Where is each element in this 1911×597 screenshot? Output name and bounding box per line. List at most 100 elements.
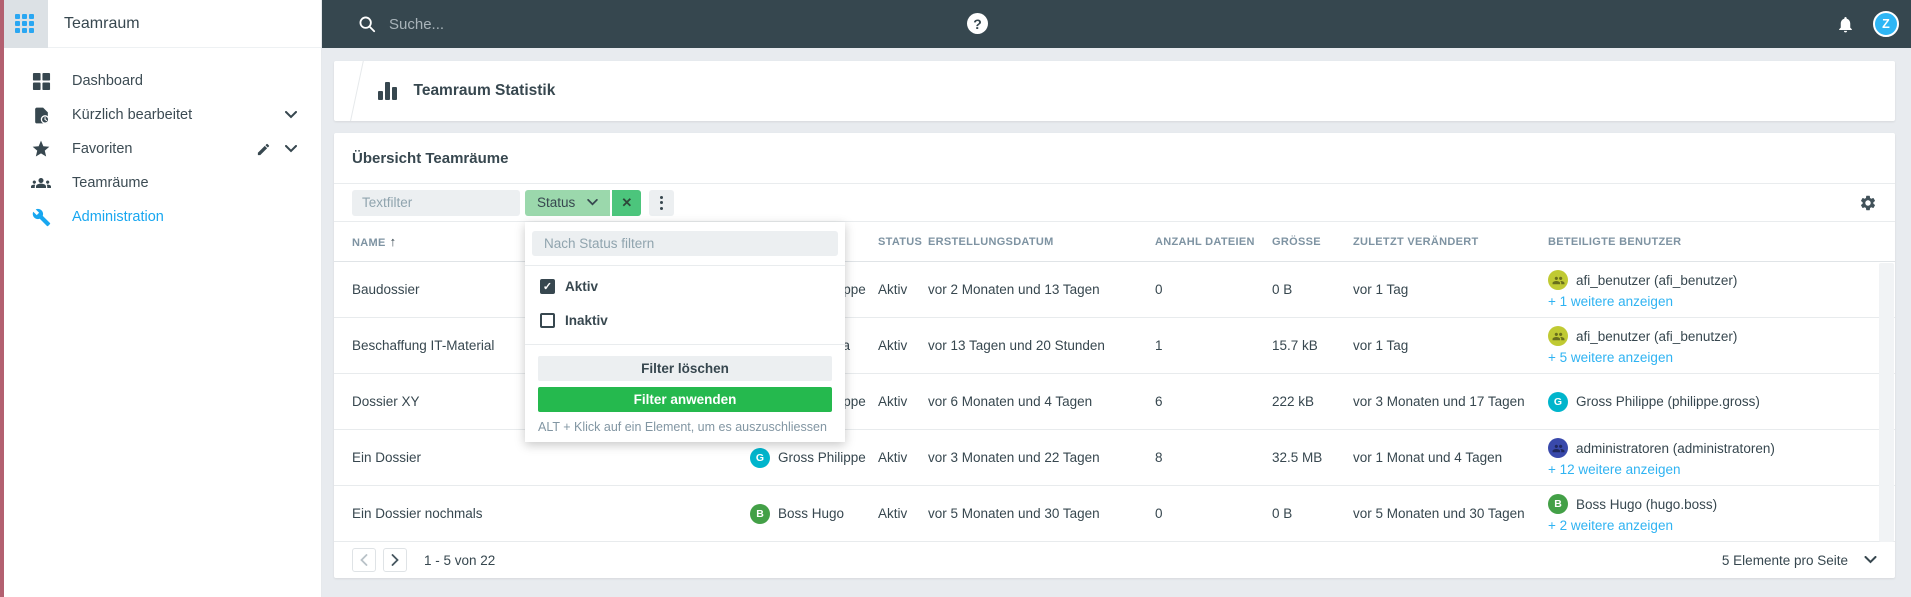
column-header-size[interactable]: GRÖSSE — [1272, 236, 1353, 248]
notifications-bell-icon[interactable] — [1836, 15, 1855, 34]
cell-size: 222 kB — [1272, 394, 1315, 409]
show-more-participants-link[interactable]: + 1 weitere anzeigen — [1548, 294, 1877, 309]
chevron-right-icon — [391, 554, 399, 566]
cell-status: Aktiv — [878, 338, 908, 353]
group-avatar — [1548, 270, 1568, 290]
apply-filter-button[interactable]: Filter anwenden — [538, 387, 832, 412]
cell-size: 0 B — [1272, 506, 1293, 521]
chevron-down-icon — [587, 199, 599, 206]
status-chip-button[interactable]: Status — [525, 189, 611, 216]
clear-status-filter-button[interactable]: ✕ — [612, 189, 642, 216]
cell-status: Aktiv — [878, 450, 908, 465]
dashboard-icon — [30, 72, 52, 91]
wrench-icon — [30, 208, 52, 227]
page-size-selector[interactable]: 5 Elemente pro Seite — [1722, 553, 1877, 568]
recent-file-icon — [30, 106, 52, 125]
star-icon — [30, 139, 52, 159]
cell-files: 8 — [1155, 450, 1163, 465]
more-filters-kebab-button[interactable] — [649, 189, 675, 216]
sidebar-item-teamrooms[interactable]: Teamräume — [0, 166, 321, 200]
apps-grid-icon — [14, 14, 34, 33]
show-more-participants-link[interactable]: + 2 weitere anzeigen — [1548, 518, 1877, 533]
app-logo[interactable] — [0, 0, 48, 48]
search-icon — [359, 16, 376, 33]
sidebar-item-favorites[interactable]: Favoriten — [0, 132, 321, 166]
cell-status: Aktiv — [878, 394, 908, 409]
cell-participants: afi_benutzer (afi_benutzer) + 5 weitere … — [1548, 326, 1877, 365]
cell-modified: vor 1 Tag — [1353, 338, 1409, 353]
cell-size: 0 B — [1272, 282, 1293, 297]
chevron-down-icon — [1864, 556, 1877, 564]
cell-size: 15.7 kB — [1272, 338, 1318, 353]
column-header-participants[interactable]: BETEILIGTE BENUTZER — [1548, 236, 1877, 248]
filter-hint-text: ALT + Klick auf ein Element, um es auszu… — [538, 420, 827, 434]
filter-option-inaktiv[interactable]: Inaktiv — [525, 306, 845, 334]
diagonal-divider — [347, 61, 366, 121]
cell-participants: B Boss Hugo (hugo.boss) + 2 weitere anzei… — [1548, 494, 1877, 533]
user-avatar-menu[interactable]: Z — [1873, 11, 1899, 37]
stat-header-title: Teamraum Statistik — [413, 82, 556, 99]
sidebar: Teamraum Dashboard Kürzlich bearbeitet F… — [0, 0, 322, 597]
edit-pencil-icon[interactable] — [256, 142, 271, 157]
app-title: Teamraum — [64, 14, 140, 32]
cell-created: vor 5 Monaten und 30 Tagen — [928, 506, 1100, 521]
help-icon[interactable]: ? — [967, 13, 988, 34]
user-avatar: G — [1548, 391, 1568, 412]
cell-files: 6 — [1155, 394, 1163, 409]
sidebar-item-label: Administration — [72, 209, 164, 225]
show-more-participants-link[interactable]: + 12 weitere anzeigen — [1548, 462, 1877, 477]
pagination-range-label: 1 - 5 von 22 — [424, 552, 496, 568]
cell-owner: B Boss Hugo — [750, 503, 878, 524]
cell-created: vor 2 Monaten und 13 Tagen — [928, 282, 1100, 297]
sidebar-item-label: Favoriten — [72, 141, 133, 157]
scrollbar-track[interactable] — [1879, 263, 1894, 542]
column-header-modified[interactable]: ZULETZT VERÄNDERT — [1353, 236, 1548, 248]
cell-modified: vor 1 Tag — [1353, 282, 1409, 297]
column-header-files[interactable]: ANZAHL DATEIEN — [1155, 236, 1272, 248]
checkbox-checked-icon[interactable]: ✓ — [540, 278, 555, 294]
user-avatar: G — [750, 447, 770, 468]
checkbox-unchecked-icon[interactable] — [540, 312, 555, 328]
table-row[interactable]: Ein Dossier nochmals B Boss Hugo Aktiv vo… — [334, 486, 1895, 542]
group-avatar — [1548, 438, 1568, 458]
sidebar-item-dashboard[interactable]: Dashboard — [0, 64, 321, 98]
chevron-down-icon[interactable] — [285, 111, 297, 119]
group-people-icon — [30, 173, 52, 193]
previous-page-button[interactable] — [352, 548, 376, 572]
sidebar-item-administration[interactable]: Administration — [0, 200, 321, 234]
search-input[interactable] — [389, 15, 689, 33]
show-more-participants-link[interactable]: + 5 weitere anzeigen — [1548, 350, 1877, 365]
stat-header-card: Teamraum Statistik — [334, 61, 1895, 121]
sidebar-item-recent[interactable]: Kürzlich bearbeitet — [0, 98, 321, 132]
cell-name[interactable]: Ein Dossier nochmals — [352, 506, 750, 521]
column-header-status[interactable]: STATUS — [878, 236, 928, 248]
cell-created: vor 6 Monaten und 4 Tagen — [928, 394, 1093, 409]
user-avatar: B — [750, 503, 770, 524]
filter-toolbar: Status ✕ — [334, 184, 1895, 222]
table-settings-gear-icon[interactable] — [1859, 194, 1877, 212]
next-page-button[interactable] — [383, 548, 407, 572]
cell-size: 32.5 MB — [1272, 450, 1323, 465]
sidebar-header: Teamraum — [0, 0, 321, 48]
cell-participants: administratoren (administratoren) + 12 w… — [1548, 438, 1877, 477]
cell-participants: afi_benutzer (afi_benutzer) + 1 weitere … — [1548, 270, 1877, 309]
status-filter-search-input[interactable] — [532, 231, 838, 256]
card-title: Übersicht Teamräume — [334, 133, 1895, 184]
sidebar-item-label: Kürzlich bearbeitet — [72, 107, 193, 123]
filter-option-aktiv[interactable]: ✓ Aktiv — [525, 272, 845, 300]
cell-status: Aktiv — [878, 282, 908, 297]
status-filter-popup: ✓ Aktiv Inaktiv Filter löschen Filter an… — [525, 222, 845, 442]
cell-modified: vor 3 Monaten und 17 Tagen — [1353, 394, 1525, 409]
global-search[interactable] — [358, 15, 689, 33]
cell-participants: G Gross Philippe (philippe.gross) — [1548, 391, 1877, 412]
clear-filter-button[interactable]: Filter löschen — [538, 356, 832, 381]
user-avatar: B — [1548, 494, 1568, 514]
cell-name[interactable]: Ein Dossier — [352, 450, 750, 465]
sort-ascending-icon: ↑ — [389, 234, 397, 249]
cell-files: 0 — [1155, 506, 1163, 521]
cell-status: Aktiv — [878, 506, 908, 521]
column-header-created[interactable]: ERSTELLUNGSDATUM — [928, 236, 1155, 248]
text-filter-input[interactable] — [352, 189, 520, 216]
divider — [525, 344, 845, 345]
chevron-down-icon[interactable] — [285, 145, 297, 153]
